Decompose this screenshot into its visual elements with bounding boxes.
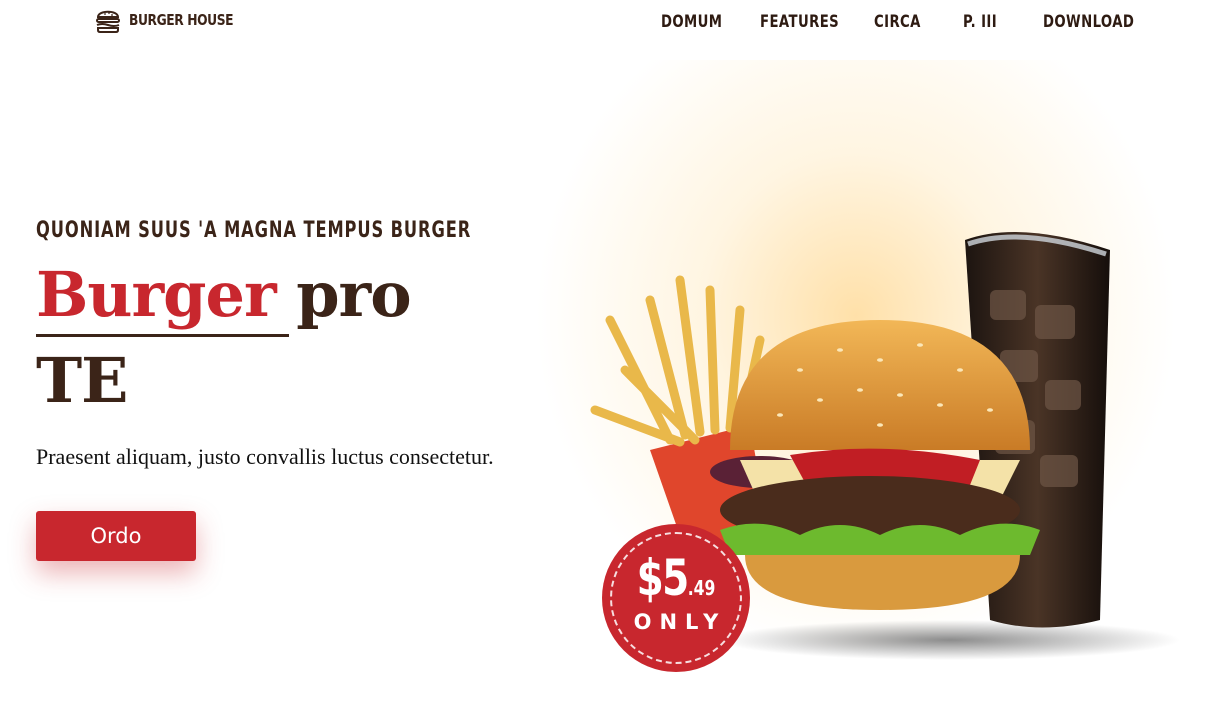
badge-price: $5.49 (618, 552, 733, 614)
hero-subtitle: Praesent aliquam, justo convallis luctus… (36, 444, 494, 469)
price-cents: .49 (687, 576, 716, 600)
nav-item-features[interactable]: FEATURES (760, 12, 839, 32)
nav-item-download[interactable]: DOWNLOAD (1043, 12, 1134, 32)
order-button[interactable]: Ordo (36, 511, 196, 561)
headline-word-te: TE (36, 344, 128, 417)
badge-only-label: ONLY (633, 610, 727, 634)
headline-highlight: Burger (36, 258, 277, 331)
hero-eyebrow: QUONIAM SUUS 'A MAGNA TEMPUS BURGER (36, 218, 472, 243)
headline-word-pro: pro (296, 258, 411, 331)
price-badge: $5.49 ONLY (602, 524, 750, 672)
headline-underline (36, 334, 289, 337)
nav-item-circa[interactable]: CIRCA (874, 12, 921, 32)
main-nav: DOMUM FEATURES CIRCA P. III DOWNLOAD (0, 12, 1218, 36)
price-dollars: $5 (636, 549, 690, 607)
hero-headline: Burger pro TE (36, 252, 556, 424)
nav-item-p-iii[interactable]: P. III (963, 12, 997, 32)
nav-item-domum[interactable]: DOMUM (661, 12, 722, 32)
